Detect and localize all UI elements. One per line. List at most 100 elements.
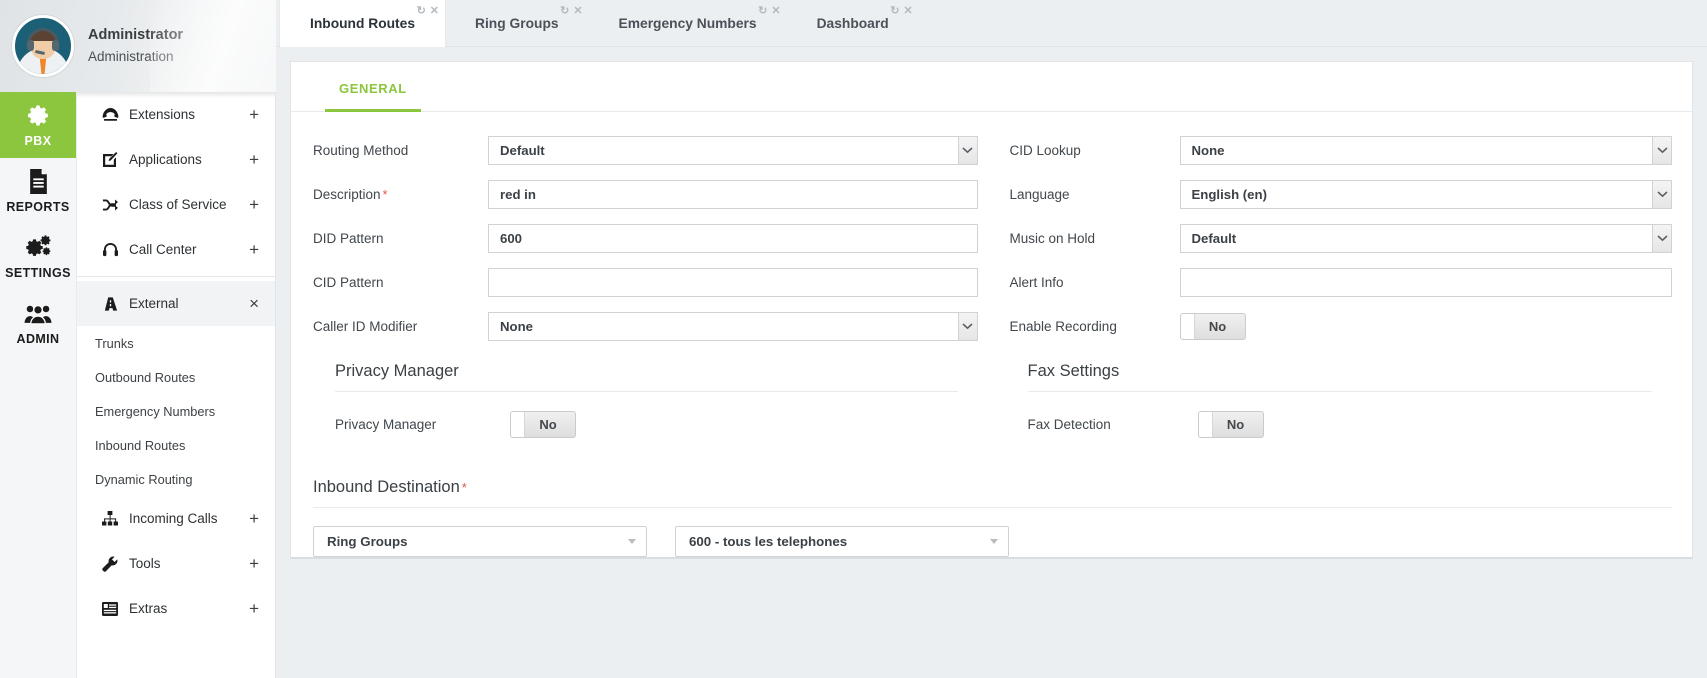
alert-info-input[interactable]: [1179, 267, 1672, 297]
toggle-value: No: [539, 416, 557, 432]
wrench-icon: [99, 556, 121, 572]
document-icon: [27, 169, 50, 195]
field-routing-method: Routing Method Default: [313, 132, 978, 168]
destination-target-select[interactable]: 600 - tous les telephones: [675, 526, 1009, 557]
menu-item-tools[interactable]: Tools +: [77, 541, 275, 586]
tab-inbound-routes[interactable]: Inbound Routes ↻ ✕: [280, 0, 445, 47]
expand-icon[interactable]: +: [249, 600, 259, 617]
application-window: Administrator Administration PBX REPORTS…: [0, 0, 1707, 678]
did-pattern-input[interactable]: [488, 223, 978, 253]
toggle-value: No: [1226, 416, 1245, 432]
menu-item-label: Extras: [129, 601, 168, 616]
close-icon[interactable]: ✕: [903, 6, 912, 17]
expand-icon[interactable]: +: [249, 555, 259, 572]
submenu-item-label: Emergency Numbers: [95, 403, 216, 419]
field-language: Language English (en): [1009, 176, 1672, 212]
submenu-item-inbound-routes[interactable]: Inbound Routes: [77, 428, 275, 462]
description-input[interactable]: [488, 179, 978, 209]
form-column-left: Routing Method Default Description * red…: [291, 132, 992, 450]
submenu-item-trunks[interactable]: Trunks: [77, 326, 275, 360]
field-label: Enable Recording: [1009, 318, 1117, 334]
collapse-icon[interactable]: ×: [249, 295, 259, 312]
destination-type-select[interactable]: Ring Groups: [313, 526, 647, 557]
user-identity: Administrator Administration: [88, 26, 183, 66]
field-fax-detection: Fax Detection No: [1028, 406, 1653, 442]
road-icon: [99, 296, 121, 312]
field-label: Language: [1009, 186, 1070, 202]
primary-rail: PBX REPORTS SETTINGS ADMIN: [0, 92, 76, 678]
form-column-right: CID Lookup None Language English (en) Mu…: [992, 132, 1693, 450]
rail-item-reports[interactable]: REPORTS: [0, 158, 76, 224]
submenu-item-outbound-routes[interactable]: Outbound Routes: [77, 360, 275, 394]
privacy-manager-toggle[interactable]: No: [510, 410, 576, 438]
field-label: DID Pattern: [313, 230, 384, 246]
rail-item-settings[interactable]: SETTINGS: [0, 224, 76, 290]
section-title: Fax Settings: [1027, 362, 1652, 392]
expand-icon[interactable]: +: [249, 196, 259, 213]
refresh-icon[interactable]: ↻: [758, 6, 767, 17]
inbound-route-form-card: GENERAL Routing Method Default Descripti…: [290, 61, 1693, 559]
submenu-item-label: Inbound Routes: [95, 437, 186, 453]
field-label: Description *: [313, 186, 388, 202]
cid-pattern-input[interactable]: [488, 267, 978, 297]
tab-general[interactable]: GENERAL: [325, 81, 421, 112]
menu-item-label: Class of Service: [129, 197, 227, 212]
field-label: CID Pattern: [313, 274, 384, 290]
expand-icon[interactable]: +: [249, 241, 259, 258]
menu-item-incoming-calls[interactable]: Incoming Calls +: [77, 496, 275, 541]
menu-item-external[interactable]: External ×: [77, 281, 275, 326]
shuffle-icon: [99, 198, 121, 212]
menu-item-call-center[interactable]: Call Center +: [77, 227, 275, 272]
field-label: Music on Hold: [1009, 230, 1096, 246]
inbound-destination-section: Inbound Destination * Ring Groups 600 - t…: [291, 450, 1692, 557]
left-navigation-column: Administrator Administration PBX REPORTS…: [0, 0, 280, 678]
rail-item-label: ADMIN: [16, 331, 60, 346]
section-title: Inbound Destination *: [313, 478, 1672, 508]
fax-settings-section: Fax Settings Fax Detection No: [1010, 362, 1673, 442]
rail-item-label: PBX: [24, 133, 52, 148]
field-label: CID Lookup: [1009, 142, 1081, 158]
menu-item-applications[interactable]: Applications +: [77, 137, 275, 182]
field-label: Caller ID Modifier: [313, 318, 418, 334]
language-select[interactable]: English (en): [1179, 179, 1672, 209]
destination-type-field: Ring Groups: [313, 526, 647, 557]
cid-lookup-select[interactable]: None: [1179, 135, 1672, 165]
submenu-item-emergency-numbers[interactable]: Emergency Numbers: [77, 394, 275, 428]
tab-ring-groups[interactable]: Ring Groups ↻ ✕: [445, 0, 589, 47]
rail-item-pbx[interactable]: PBX: [0, 92, 76, 158]
expand-icon[interactable]: +: [249, 151, 259, 168]
caller-id-modifier-select[interactable]: None: [488, 311, 978, 341]
field-privacy-manager: Privacy Manager No: [335, 406, 958, 442]
submenu-item-label: Dynamic Routing: [95, 471, 193, 487]
routing-method-select[interactable]: Default: [488, 135, 978, 165]
required-marker: *: [382, 186, 388, 202]
enable-recording-toggle[interactable]: No: [1179, 312, 1246, 340]
menu-item-extensions[interactable]: Extensions +: [77, 92, 275, 137]
tab-emergency-numbers[interactable]: Emergency Numbers ↻ ✕: [589, 0, 787, 47]
user-bar: Administrator Administration: [0, 0, 280, 92]
refresh-icon[interactable]: ↻: [417, 6, 426, 17]
headset-icon: [99, 242, 121, 257]
edit-square-icon: [99, 151, 121, 168]
submenu-item-dynamic-routing[interactable]: Dynamic Routing: [77, 462, 275, 496]
close-icon[interactable]: ✕: [430, 6, 439, 17]
music-on-hold-select[interactable]: Default: [1179, 223, 1672, 253]
main-area: Inbound Routes ↻ ✕ Ring Groups ↻ ✕ Emerg…: [276, 0, 1707, 678]
close-icon[interactable]: ✕: [771, 6, 780, 17]
expand-icon[interactable]: +: [249, 106, 259, 123]
phone-icon: [99, 107, 121, 122]
tab-bar: Inbound Routes ↻ ✕ Ring Groups ↻ ✕ Emerg…: [276, 0, 1707, 47]
menu-item-class-of-service[interactable]: Class of Service +: [77, 182, 275, 227]
menu-item-extras[interactable]: Extras +: [77, 586, 275, 631]
content-area: GENERAL Routing Method Default Descripti…: [276, 47, 1707, 559]
refresh-icon[interactable]: ↻: [560, 6, 569, 17]
field-label: Fax Detection: [1027, 416, 1111, 432]
rail-item-admin[interactable]: ADMIN: [0, 290, 76, 356]
fax-detection-toggle[interactable]: No: [1197, 410, 1264, 438]
expand-icon[interactable]: +: [249, 510, 259, 527]
menu-item-label: Tools: [129, 556, 161, 571]
tab-dashboard[interactable]: Dashboard ↻ ✕: [787, 0, 919, 47]
close-icon[interactable]: ✕: [573, 6, 582, 17]
avatar: [12, 15, 74, 77]
refresh-icon[interactable]: ↻: [890, 6, 899, 17]
